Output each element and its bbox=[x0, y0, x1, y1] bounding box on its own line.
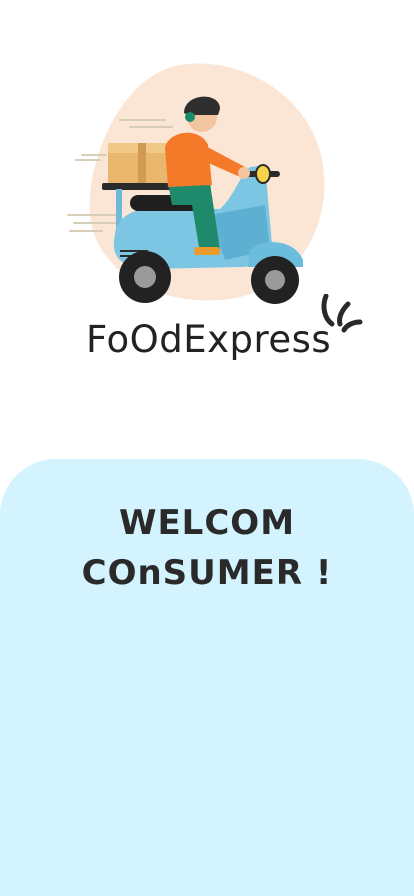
brand-logo-text: FoOdExpress bbox=[86, 318, 332, 361]
package-box-icon bbox=[108, 143, 170, 185]
front-wheel bbox=[251, 256, 299, 304]
welcome-line-2: COnSUMER ! bbox=[81, 553, 333, 593]
sparkle-lines-icon bbox=[321, 294, 363, 333]
welcome-heading: WELCOM COnSUMER ! bbox=[0, 498, 414, 598]
rear-wheel bbox=[119, 251, 171, 303]
welcome-line-1: WELCOM bbox=[118, 503, 296, 543]
delivery-scooter-illustration bbox=[67, 63, 325, 304]
